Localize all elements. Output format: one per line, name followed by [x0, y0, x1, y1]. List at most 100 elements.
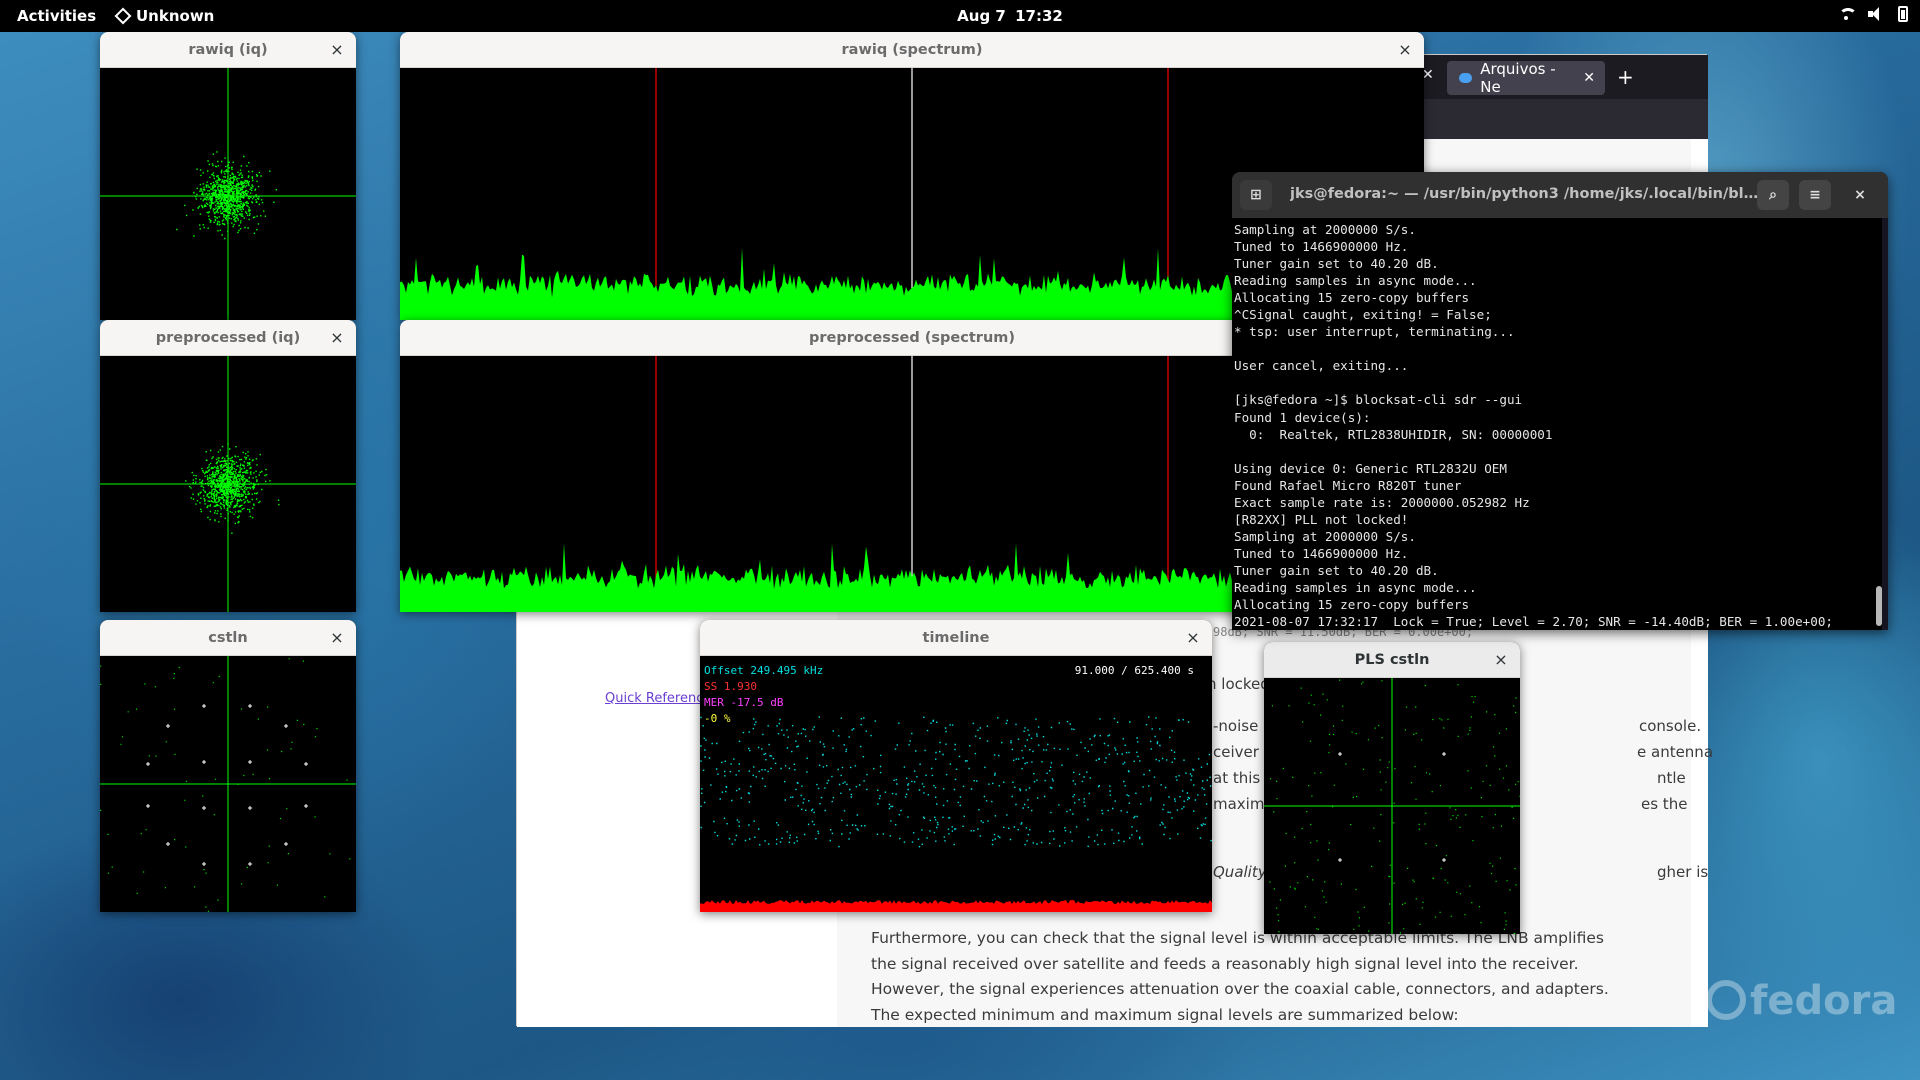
timeline-offset: Offset 249.495 kHz	[704, 664, 824, 677]
fedora-watermark: fedora	[1706, 978, 1897, 1024]
new-tab-icon[interactable]: +	[1617, 65, 1634, 89]
cstln-window[interactable]: cstln ×	[100, 620, 356, 912]
window-title: timeline	[922, 629, 990, 646]
wifi-icon	[1838, 6, 1857, 22]
window-titlebar[interactable]: rawiq (spectrum) ×	[400, 32, 1424, 68]
terminal-line: Tuned to 1466900000 Hz.	[1234, 239, 1409, 255]
timeline-pct: -0 %	[704, 712, 731, 725]
browser-tab-label: Arquivos - Ne	[1480, 60, 1556, 96]
constellation-symbol	[284, 724, 288, 728]
doc-fragment: -noise r	[1213, 717, 1270, 735]
preprocessed-iq-window[interactable]: preprocessed (iq) ×	[100, 320, 356, 612]
doc-fragment: n locked	[1207, 675, 1270, 693]
preprocessed-iq-plot	[100, 356, 356, 612]
constellation-symbol	[146, 804, 150, 808]
browser-tab-arquivos[interactable]: Arquivos - Ne ✕	[1447, 60, 1605, 96]
volume-icon	[1868, 6, 1884, 22]
window-titlebar[interactable]: rawiq (iq) ×	[100, 32, 356, 68]
terminal-headerbar[interactable]: ⊞ jks@fedora:~ — /usr/bin/python3 /home/…	[1232, 172, 1888, 218]
terminal-line: Found Rafael Micro R820T tuner	[1234, 477, 1462, 493]
system-menu[interactable]	[1838, 6, 1908, 22]
constellation-symbol	[248, 704, 252, 708]
window-titlebar[interactable]: cstln ×	[100, 620, 356, 656]
terminal-line: Allocating 15 zero-copy buffers	[1234, 597, 1470, 613]
timeline-mer: MER -17.5 dB	[704, 696, 784, 709]
doc-paragraph: Furthermore, you can check that the sign…	[871, 929, 1609, 1024]
close-icon[interactable]: ×	[328, 629, 346, 647]
scrollbar-thumb[interactable]	[1876, 586, 1882, 626]
window-title: rawiq (spectrum)	[841, 41, 983, 58]
window-title: cstln	[208, 629, 248, 646]
constellation-canvas	[100, 656, 356, 912]
terminal-line: User cancel, exiting...	[1234, 358, 1409, 374]
terminal-line: Tuner gain set to 40.20 dB.	[1234, 562, 1439, 578]
app-menu[interactable]: Unknown	[114, 7, 215, 25]
constellation-symbol	[202, 760, 206, 764]
timeline-points	[700, 716, 1212, 848]
app-menu-label: Unknown	[136, 7, 215, 25]
tab-favicon-icon	[1459, 73, 1473, 83]
window-title: preprocessed (spectrum)	[808, 329, 1016, 346]
terminal-line: ^CSignal caught, exiting! = False;	[1234, 307, 1492, 323]
terminal-line: Found 1 device(s):	[1234, 409, 1371, 425]
clock-time: 17:32	[1015, 7, 1063, 25]
timeline-plot	[700, 716, 1212, 912]
pls-constellation-plot	[1264, 678, 1520, 934]
timeline-ss: SS 1.930	[704, 680, 757, 693]
rawiq-iq-plot	[100, 68, 356, 320]
close-icon[interactable]: ×	[328, 329, 346, 347]
constellation-noise-points	[100, 658, 351, 912]
doc-fragment: es the	[1641, 795, 1688, 813]
close-icon[interactable]: ×	[1844, 180, 1876, 210]
constellation-canvas	[1264, 678, 1520, 934]
close-icon[interactable]: ×	[1396, 41, 1414, 59]
terminal-output[interactable]: Sampling at 2000000 S/s. Tuned to 1466900…	[1232, 218, 1876, 630]
timeline-level-trace	[700, 900, 1212, 912]
clock-date: Aug 7	[957, 7, 1006, 25]
constellation-noise-points	[1269, 679, 1520, 934]
terminal-scrollbar[interactable]	[1876, 218, 1882, 630]
window-titlebar[interactable]: PLS cstln ×	[1264, 642, 1520, 678]
battery-icon	[1898, 6, 1908, 22]
terminal-line: Sampling at 2000000 S/s.	[1234, 222, 1416, 237]
window-title: PLS cstln	[1354, 651, 1430, 668]
close-icon[interactable]: ×	[1184, 629, 1202, 647]
timeline-time: 91.000 / 625.400 s	[1074, 664, 1194, 677]
pls-cstln-window[interactable]: PLS cstln ×	[1264, 642, 1520, 934]
constellation-symbol	[166, 724, 170, 728]
constellation-symbol	[1442, 752, 1446, 756]
close-icon[interactable]: ×	[1492, 651, 1510, 669]
new-tab-icon[interactable]: ⊞	[1240, 180, 1272, 210]
timeline-window[interactable]: timeline × Offset 249.495 kHz SS 1.930 M…	[700, 620, 1212, 912]
terminal-line: Sampling at 2000000 S/s.	[1234, 528, 1416, 544]
constellation-symbol	[202, 862, 206, 866]
window-title: preprocessed (iq)	[155, 329, 301, 346]
terminal-line: 0: Realtek, RTL2838UHIDIR, SN: 00000001	[1234, 426, 1553, 442]
terminal-line: * tsp: user interrupt, terminating...	[1234, 324, 1515, 340]
terminal-window[interactable]: ⊞ jks@fedora:~ — /usr/bin/python3 /home/…	[1232, 172, 1888, 630]
window-titlebar[interactable]: timeline ×	[700, 620, 1212, 656]
clock[interactable]: Aug 7 17:32	[900, 7, 1120, 25]
constellation-symbol	[248, 806, 252, 810]
iq-plot-canvas	[100, 68, 356, 320]
tab-close-icon[interactable]: ✕	[1583, 70, 1595, 86]
constellation-symbol	[304, 762, 308, 766]
terminal-line: Tuner gain set to 40.20 dB.	[1234, 256, 1439, 272]
doc-fragment: console.	[1639, 717, 1702, 735]
menu-icon[interactable]: ≡	[1799, 180, 1831, 210]
window-titlebar[interactable]: preprocessed (iq) ×	[100, 320, 356, 356]
iq-plot-canvas	[100, 356, 356, 612]
constellation-symbol	[304, 804, 308, 808]
close-icon[interactable]: ×	[328, 41, 346, 59]
constellation-symbol	[166, 842, 170, 846]
doc-fragment: e antenna	[1637, 743, 1714, 761]
constellation-symbol	[1442, 858, 1446, 862]
rawiq-iq-window[interactable]: rawiq (iq) ×	[100, 32, 356, 320]
terminal-line: Tuned to 1466900000 Hz.	[1234, 545, 1409, 561]
activities-button[interactable]: Activities	[17, 7, 96, 25]
terminal-line: [R82XX] PLL not locked!	[1234, 511, 1409, 527]
search-icon[interactable]: ⌕	[1757, 180, 1789, 210]
